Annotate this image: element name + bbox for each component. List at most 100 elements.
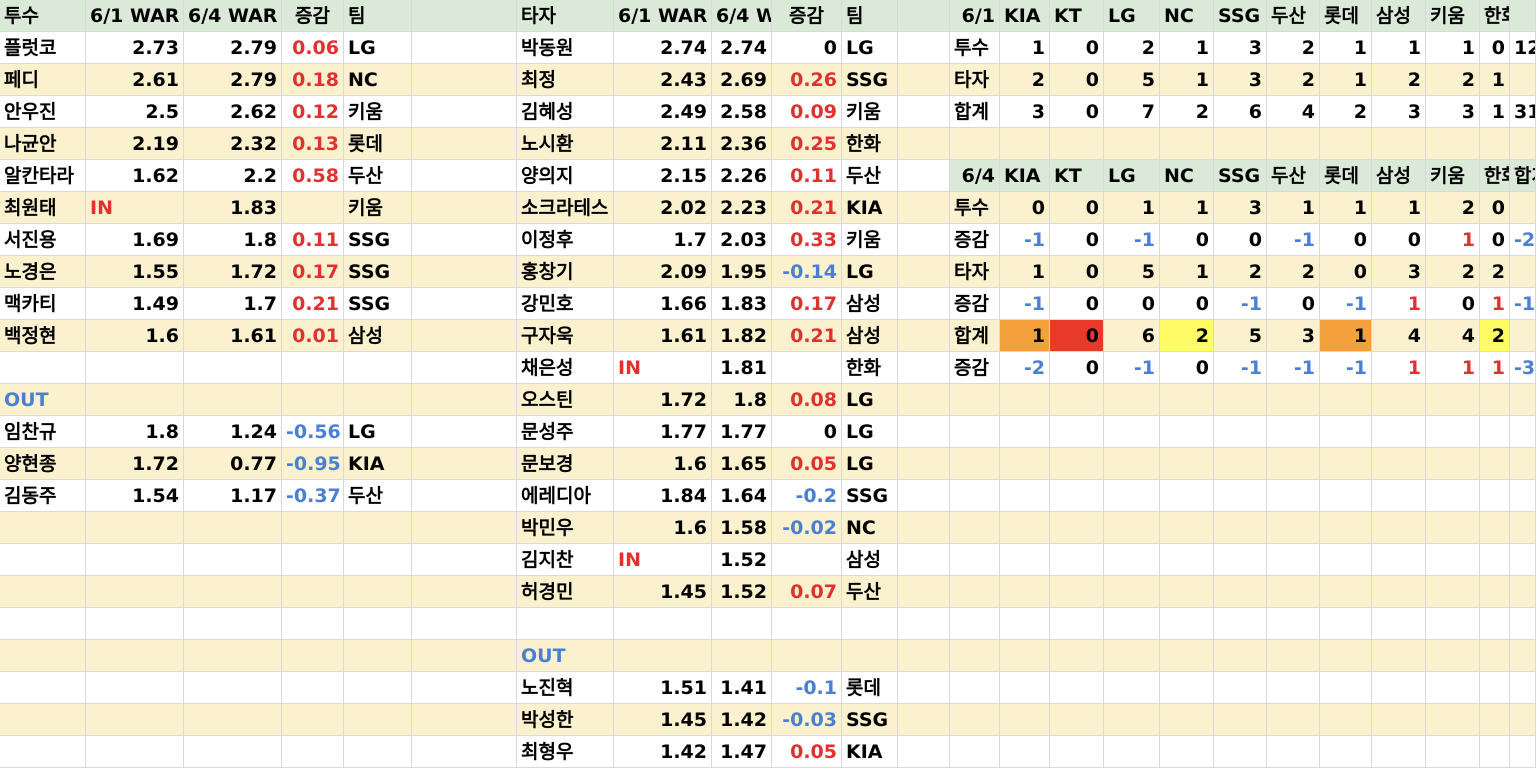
pitcher-war-64-cell[interactable]: 1.7: [184, 288, 282, 320]
team64-row-label[interactable]: 증감: [950, 224, 1000, 256]
empty-cell[interactable]: [1510, 192, 1536, 224]
team64-value-cell[interactable]: 0: [1426, 288, 1480, 320]
team61-value-cell[interactable]: 6: [1214, 96, 1267, 128]
batter-team-cell[interactable]: [842, 640, 898, 672]
team61-header-cell[interactable]: NC: [1160, 0, 1214, 32]
pitcher-empty-cell[interactable]: [0, 640, 86, 672]
batter-war-64-cell[interactable]: 2.74: [712, 32, 772, 64]
empty-cell[interactable]: [1372, 384, 1426, 416]
empty-cell[interactable]: [1320, 480, 1372, 512]
pitcher-war-64-cell[interactable]: 2.2: [184, 160, 282, 192]
pitcher-empty-cell[interactable]: [184, 704, 282, 736]
pitcher-name-cell[interactable]: 백정현: [0, 320, 86, 352]
pitcher-name-cell[interactable]: 김동주: [0, 480, 86, 512]
empty-cell[interactable]: [1510, 224, 1536, 256]
pitcher-war-64-cell[interactable]: 1.17: [184, 480, 282, 512]
pitcher-header-name[interactable]: 투수: [0, 0, 86, 32]
pitcher-empty-cell[interactable]: [184, 512, 282, 544]
batter-in-marker[interactable]: IN: [614, 352, 712, 384]
pitcher-team-cell[interactable]: SSG: [344, 256, 412, 288]
spacer-cell[interactable]: [412, 640, 517, 672]
empty-cell[interactable]: [1267, 544, 1320, 576]
batter-name-cell[interactable]: 이정후: [517, 224, 614, 256]
empty-cell[interactable]: [1214, 736, 1267, 768]
empty-cell[interactable]: [950, 384, 1000, 416]
spacer-cell[interactable]: [412, 384, 517, 416]
team64-value-cell[interactable]: 1: [1372, 192, 1426, 224]
empty-cell[interactable]: [1480, 736, 1510, 768]
spacer-cell[interactable]: [412, 128, 517, 160]
empty-cell[interactable]: [1480, 672, 1510, 704]
batter-team-cell[interactable]: 키움: [842, 96, 898, 128]
team61-value-cell[interactable]: 0: [1480, 32, 1510, 64]
team61-value-cell[interactable]: 3: [1000, 96, 1050, 128]
team61-value-cell[interactable]: 2: [1160, 96, 1214, 128]
empty-cell[interactable]: [1214, 576, 1267, 608]
spacer-cell[interactable]: [898, 608, 950, 640]
pitcher-team-cell[interactable]: SSG: [344, 224, 412, 256]
batter-war-64-cell[interactable]: 2.36: [712, 128, 772, 160]
spacer-cell[interactable]: [412, 96, 517, 128]
empty-cell[interactable]: [1510, 256, 1536, 288]
team61-value-cell[interactable]: 1: [1372, 32, 1426, 64]
empty-cell[interactable]: [1426, 384, 1480, 416]
empty-cell[interactable]: [1267, 480, 1320, 512]
batter-in-marker[interactable]: IN: [614, 544, 712, 576]
empty-cell[interactable]: [1372, 128, 1426, 160]
empty-cell[interactable]: [1000, 128, 1050, 160]
empty-cell[interactable]: [1267, 512, 1320, 544]
team61-value-cell[interactable]: 5: [1104, 64, 1160, 96]
batter-diff-cell[interactable]: -0.1: [772, 672, 842, 704]
pitcher-empty-cell[interactable]: [344, 736, 412, 768]
empty-cell[interactable]: [1104, 672, 1160, 704]
team61-row-label[interactable]: 합계: [950, 96, 1000, 128]
batter-team-cell[interactable]: SSG: [842, 64, 898, 96]
team64-value-cell[interactable]: 0: [1050, 288, 1104, 320]
pitcher-empty-cell[interactable]: [0, 576, 86, 608]
pitcher-diff-cell[interactable]: 0.13: [282, 128, 344, 160]
pitcher-empty-cell[interactable]: [184, 736, 282, 768]
team61-value-cell[interactable]: 1: [1160, 64, 1214, 96]
empty-cell[interactable]: [1050, 480, 1104, 512]
team64-value-cell[interactable]: 0: [1050, 224, 1104, 256]
empty-cell[interactable]: [950, 512, 1000, 544]
team61-value-cell[interactable]: 0: [1050, 96, 1104, 128]
batter-header-war-64[interactable]: 6/4 WAR: [712, 0, 772, 32]
pitcher-empty-cell[interactable]: [0, 608, 86, 640]
empty-cell[interactable]: [1510, 384, 1536, 416]
spacer-cell[interactable]: [898, 672, 950, 704]
team61-value-cell[interactable]: 2: [1426, 64, 1480, 96]
pitcher-diff-cell[interactable]: [282, 192, 344, 224]
batter-team-cell[interactable]: LG: [842, 256, 898, 288]
spacer-cell[interactable]: [412, 736, 517, 768]
spacer-cell[interactable]: [412, 544, 517, 576]
team64-value-cell[interactable]: 1: [1267, 192, 1320, 224]
spacer-cell[interactable]: [898, 576, 950, 608]
batter-war-61-cell[interactable]: 1.6: [614, 448, 712, 480]
empty-cell[interactable]: [1510, 704, 1536, 736]
batter-name-cell[interactable]: 채은성: [517, 352, 614, 384]
empty-cell[interactable]: [1214, 608, 1267, 640]
empty-cell[interactable]: [1214, 384, 1267, 416]
batter-team-cell[interactable]: 삼성: [842, 288, 898, 320]
team64-value-cell[interactable]: 1: [1480, 288, 1510, 320]
team61-value-cell[interactable]: 1: [1480, 96, 1510, 128]
empty-cell[interactable]: [950, 640, 1000, 672]
pitcher-name-cell[interactable]: [0, 352, 86, 384]
empty-cell[interactable]: [1000, 448, 1050, 480]
batter-header-diff[interactable]: 증감: [772, 0, 842, 32]
pitcher-war-64-cell[interactable]: 2.79: [184, 64, 282, 96]
empty-cell[interactable]: [1372, 576, 1426, 608]
pitcher-war-61-cell[interactable]: 1.6: [86, 320, 184, 352]
empty-cell[interactable]: [1267, 448, 1320, 480]
pitcher-empty-cell[interactable]: [184, 544, 282, 576]
batter-war-61-cell[interactable]: 2.11: [614, 128, 712, 160]
spacer-cell[interactable]: [898, 320, 950, 352]
pitcher-diff-cell[interactable]: 0.11: [282, 224, 344, 256]
empty-cell[interactable]: [1372, 448, 1426, 480]
team64-value-cell[interactable]: 0: [1050, 352, 1104, 384]
empty-cell[interactable]: [1426, 704, 1480, 736]
empty-cell[interactable]: [1320, 736, 1372, 768]
empty-cell[interactable]: [1050, 736, 1104, 768]
team64-row-label[interactable]: 타자: [950, 256, 1000, 288]
